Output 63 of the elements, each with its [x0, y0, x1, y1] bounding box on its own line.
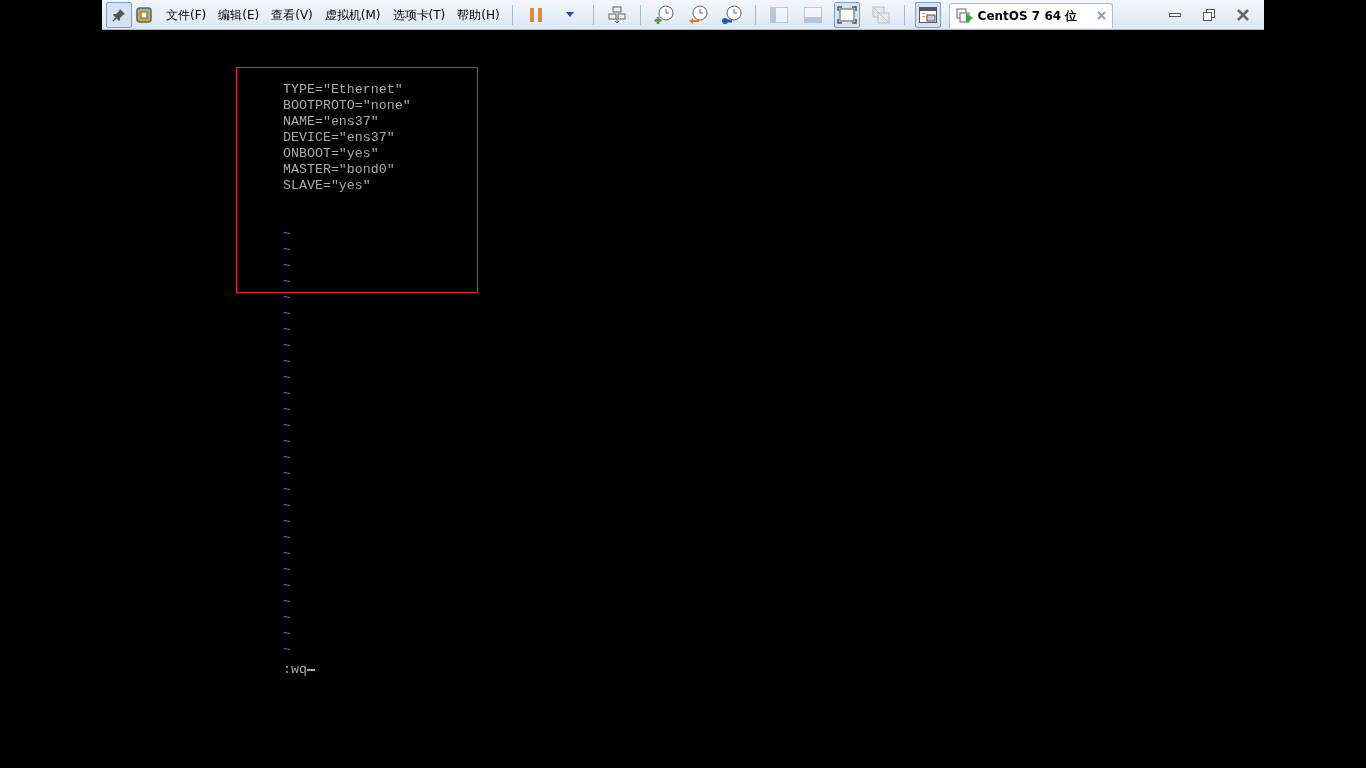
- clock-arrow-icon: [687, 4, 708, 25]
- empty-line-marker: ~: [283, 610, 291, 626]
- empty-line-marker: ~: [283, 290, 291, 306]
- empty-line-marker: ~: [283, 402, 291, 418]
- bottom-panel-view-icon: [803, 6, 822, 23]
- close-icon: [1237, 8, 1249, 21]
- menu-item[interactable]: 虚拟机(M): [318, 3, 387, 26]
- clock-wrench-icon: [721, 4, 742, 25]
- empty-line-marker: ~: [283, 386, 291, 402]
- menu-item[interactable]: 帮助(H): [451, 3, 506, 26]
- sidebar-view-icon: [769, 6, 788, 23]
- fullscreen-icon: [836, 5, 857, 24]
- empty-line-marker: ~: [283, 626, 291, 642]
- library-button[interactable]: [914, 1, 941, 28]
- empty-line-marker: ~: [283, 546, 291, 562]
- vm-tab[interactable]: CentOS 7 64 位: [948, 2, 1114, 28]
- empty-line-marker: ~: [283, 530, 291, 546]
- config-line: MASTER="bond0": [283, 162, 396, 178]
- empty-line-marker: ~: [283, 338, 291, 354]
- pause-icon: [527, 6, 544, 23]
- clock-plus-icon: [653, 4, 674, 25]
- menu-item[interactable]: 文件(F): [160, 3, 213, 26]
- empty-line-marker: ~: [283, 434, 291, 450]
- config-line: NAME="ens37": [283, 114, 380, 130]
- empty-line-marker: ~: [283, 226, 291, 242]
- config-line: SLAVE="yes": [283, 178, 372, 194]
- empty-line-marker: ~: [283, 274, 291, 290]
- caret-icon: [564, 11, 575, 18]
- empty-line-marker: ~: [283, 370, 291, 386]
- empty-line-marker: ~: [283, 514, 291, 530]
- fullscreen-button[interactable]: [833, 1, 860, 28]
- empty-line-marker: ~: [283, 418, 291, 434]
- close-icon[interactable]: [1097, 11, 1107, 20]
- config-line: ONBOOT="yes": [283, 146, 380, 162]
- pin-button[interactable]: [106, 1, 132, 28]
- empty-line-marker: ~: [283, 562, 291, 578]
- network-icon: [607, 5, 626, 24]
- vm-play-icon: [955, 7, 974, 24]
- restore-icon: [1203, 8, 1215, 21]
- empty-line-marker: ~: [283, 258, 291, 274]
- windows-icon: [871, 5, 890, 24]
- empty-line-marker: ~: [283, 306, 291, 322]
- empty-line-marker: ~: [283, 322, 291, 338]
- menu-item[interactable]: 编辑(E): [212, 3, 266, 26]
- config-line: BOOTPROTO="none": [283, 98, 412, 114]
- library-icon: [918, 6, 937, 23]
- empty-line-marker: ~: [283, 354, 291, 370]
- empty-line-marker: ~: [283, 642, 291, 658]
- empty-line-marker: ~: [283, 242, 291, 258]
- menu-item[interactable]: 查看(V): [265, 3, 319, 26]
- config-line: DEVICE="ens37": [283, 130, 396, 146]
- empty-line-marker: ~: [283, 482, 291, 498]
- empty-line-marker: ~: [283, 578, 291, 594]
- pin-icon: [111, 6, 127, 23]
- empty-line-marker: ~: [283, 450, 291, 466]
- config-line: TYPE="Ethernet": [283, 82, 404, 98]
- vm-icon: [136, 6, 152, 23]
- menu-item[interactable]: 选项卡(T): [386, 3, 452, 26]
- command-line: :wq: [283, 662, 307, 678]
- empty-line-marker: ~: [283, 498, 291, 514]
- minimize-icon: [1169, 12, 1181, 17]
- empty-line-marker: ~: [283, 466, 291, 482]
- empty-line-marker: ~: [283, 594, 291, 610]
